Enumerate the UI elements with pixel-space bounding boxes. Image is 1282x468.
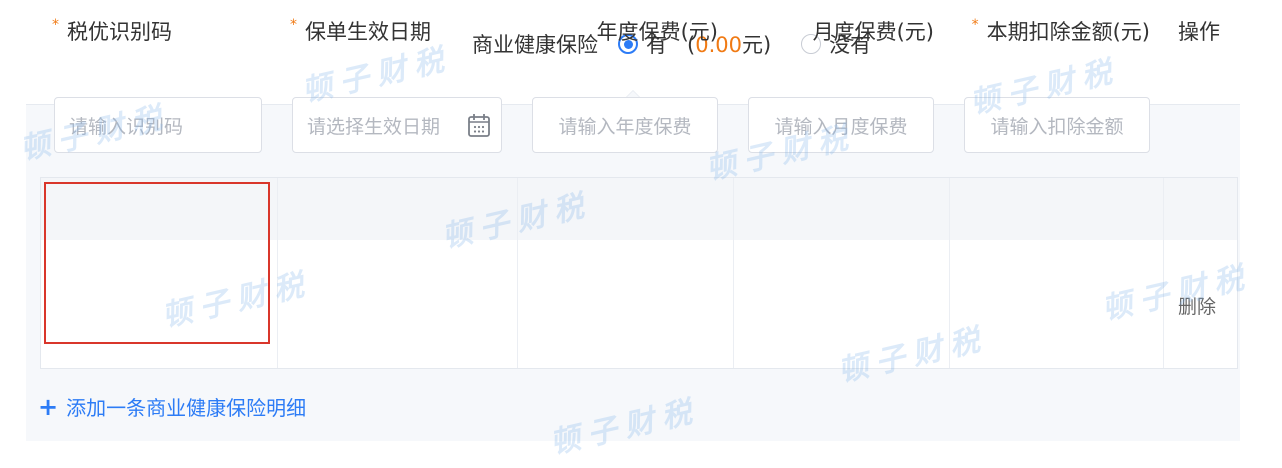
tax-code-input[interactable]: 请输入识别码 bbox=[54, 97, 262, 153]
add-insurance-detail-button[interactable]: + 添加一条商业健康保险明细 bbox=[38, 392, 306, 421]
monthly-premium-input[interactable]: 请输入月度保费 bbox=[748, 97, 934, 153]
effective-date-placeholder: 请选择生效日期 bbox=[307, 115, 441, 138]
add-insurance-detail-label: 添加一条商业健康保险明细 bbox=[66, 396, 307, 420]
delete-row-button[interactable]: 删除 bbox=[1178, 292, 1216, 319]
calendar-icon[interactable] bbox=[467, 112, 491, 138]
header-annual-premium: 年度保费(元) bbox=[596, 20, 718, 44]
tax-code-placeholder: 请输入识别码 bbox=[69, 115, 184, 138]
header-tax-code: * 税优识别码 bbox=[52, 17, 172, 44]
table-header-row bbox=[41, 178, 1237, 241]
header-actions: 操作 bbox=[1178, 20, 1220, 44]
annual-premium-input[interactable]: 请输入年度保费 bbox=[532, 97, 718, 153]
required-asterisk-icon: * bbox=[52, 17, 59, 33]
insurance-detail-table bbox=[40, 177, 1238, 369]
header-monthly-premium: 月度保费(元) bbox=[812, 20, 934, 44]
header-effective-date: * 保单生效日期 bbox=[290, 17, 431, 44]
effective-date-picker[interactable]: 请选择生效日期 bbox=[292, 97, 502, 153]
required-asterisk-icon: * bbox=[971, 17, 979, 33]
deduction-amount-input[interactable]: 请输入扣除金额 bbox=[964, 97, 1150, 153]
table-row bbox=[41, 240, 1237, 368]
header-deduction-amount: * 本期扣除金额(元) bbox=[971, 17, 1150, 44]
deduction-amount-placeholder: 请输入扣除金额 bbox=[990, 115, 1124, 138]
plus-icon: + bbox=[38, 392, 59, 421]
monthly-premium-placeholder: 请输入月度保费 bbox=[774, 115, 908, 138]
annual-premium-placeholder: 请输入年度保费 bbox=[558, 115, 692, 138]
required-asterisk-icon: * bbox=[290, 17, 297, 33]
